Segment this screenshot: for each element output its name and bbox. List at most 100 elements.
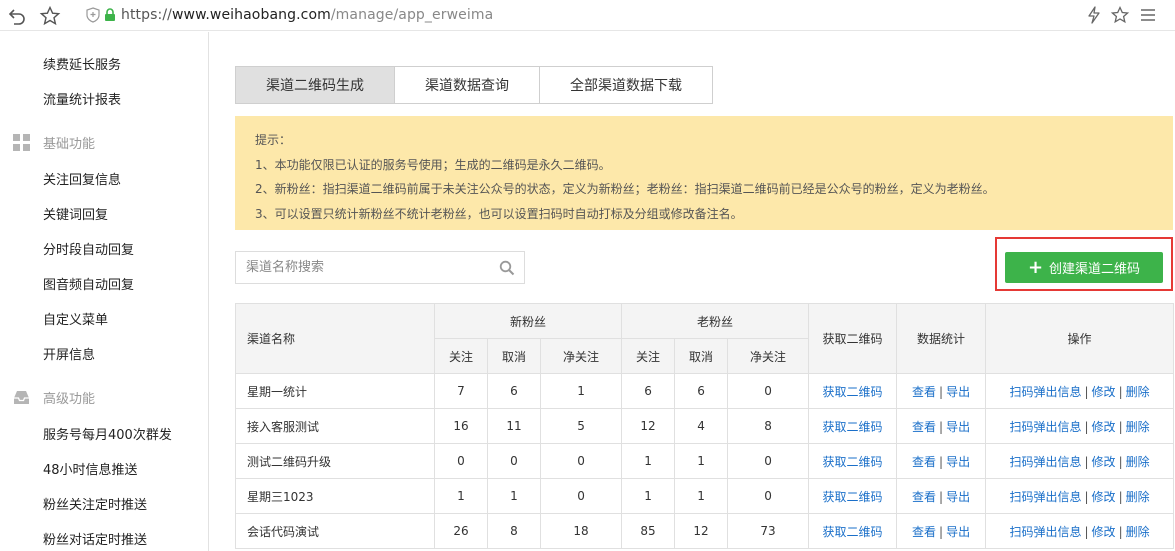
- separator: |: [1118, 384, 1123, 399]
- search-input[interactable]: [236, 252, 486, 283]
- cell-stats: 查看 | 导出: [896, 513, 987, 549]
- cell-new-cancel: 6: [487, 373, 541, 409]
- sidebar-item-monthly-broadcast[interactable]: 服务号每月400次群发: [43, 424, 172, 443]
- sidebar-item-timed-auto-reply[interactable]: 分时段自动回复: [43, 239, 134, 258]
- sidebar-item-follow-reply[interactable]: 关注回复信息: [43, 169, 121, 188]
- get-qr-link[interactable]: 获取二维码: [823, 420, 883, 434]
- sidebar-item-renew[interactable]: 续费延长服务: [43, 54, 121, 73]
- tab-download-all[interactable]: 全部渠道数据下载: [539, 66, 713, 104]
- export-link[interactable]: 导出: [946, 525, 970, 539]
- cell-new-follow: 1: [434, 478, 488, 514]
- separator: |: [1118, 524, 1123, 539]
- table-row: 接入客服测试 16 11 5 12 4 8 获取二维码 查看 | 导出 扫码弹出信息…: [235, 408, 1175, 444]
- cell-new-net: 0: [539, 478, 623, 514]
- create-channel-qr-button[interactable]: + 创建渠道二维码: [1005, 252, 1163, 283]
- export-link[interactable]: 导出: [946, 455, 970, 469]
- delete-link[interactable]: 删除: [1126, 385, 1150, 399]
- separator: |: [1118, 454, 1123, 469]
- export-link[interactable]: 导出: [946, 420, 970, 434]
- view-link[interactable]: 查看: [912, 385, 936, 399]
- inbox-icon: [14, 391, 29, 404]
- bookmark-star-icon[interactable]: [39, 5, 61, 27]
- cell-old-cancel: 4: [674, 408, 729, 444]
- notice-box: 提示： 1、本功能仅限已认证的服务号使用；生成的二维码是永久二维码。 2、新粉丝…: [235, 116, 1173, 230]
- sidebar-item-follow-timed-push[interactable]: 粉丝关注定时推送: [43, 494, 147, 513]
- view-link[interactable]: 查看: [912, 525, 936, 539]
- table-row: 会话代码演试 26 8 18 85 12 73 获取二维码 查看 | 导出 扫码弹出…: [235, 513, 1175, 549]
- separator: |: [1084, 489, 1089, 504]
- cell-channel-name: 星期一统计: [235, 373, 435, 409]
- cell-new-cancel: 0: [487, 443, 541, 479]
- edit-link[interactable]: 修改: [1092, 385, 1116, 399]
- tab-qr-generate[interactable]: 渠道二维码生成: [235, 66, 395, 104]
- cell-old-follow: 1: [621, 443, 676, 479]
- separator: |: [939, 489, 944, 504]
- cell-old-net: 73: [727, 513, 810, 549]
- sidebar-item-keyword-reply[interactable]: 关键词回复: [43, 204, 108, 223]
- sidebar-item-custom-menu[interactable]: 自定义菜单: [43, 309, 108, 328]
- scan-popup-link[interactable]: 扫码弹出信息: [1009, 420, 1081, 434]
- header-old-net: 净关注: [727, 338, 810, 374]
- separator: |: [1084, 524, 1089, 539]
- cell-old-follow: 1: [621, 478, 676, 514]
- delete-link[interactable]: 删除: [1126, 490, 1150, 504]
- get-qr-link[interactable]: 获取二维码: [823, 525, 883, 539]
- notice-title: 提示：: [255, 133, 292, 147]
- cell-old-cancel: 1: [674, 443, 729, 479]
- cell-stats: 查看 | 导出: [896, 373, 987, 409]
- cell-operations: 扫码弹出信息 | 修改 | 删除: [985, 373, 1175, 409]
- url-field[interactable]: https://www.weihaobang.com/manage/app_er…: [86, 4, 493, 26]
- scan-popup-link[interactable]: 扫码弹出信息: [1009, 385, 1081, 399]
- sidebar-item-media-auto-reply[interactable]: 图音频自动回复: [43, 274, 134, 293]
- view-link[interactable]: 查看: [912, 490, 936, 504]
- delete-link[interactable]: 删除: [1126, 525, 1150, 539]
- edit-link[interactable]: 修改: [1092, 420, 1116, 434]
- cell-channel-name: 测试二维码升级: [235, 443, 435, 479]
- get-qr-link[interactable]: 获取二维码: [823, 385, 883, 399]
- cell-new-follow: 16: [434, 408, 488, 444]
- cell-new-follow: 26: [434, 513, 488, 549]
- table-body: 星期一统计 7 6 1 6 6 0 获取二维码 查看 | 导出 扫码弹出信息 | 修改 |…: [235, 373, 1175, 549]
- export-link[interactable]: 导出: [946, 385, 970, 399]
- edit-link[interactable]: 修改: [1092, 525, 1116, 539]
- search-icon[interactable]: [499, 260, 515, 276]
- edit-link[interactable]: 修改: [1092, 490, 1116, 504]
- scan-popup-link[interactable]: 扫码弹出信息: [1009, 455, 1081, 469]
- shield-icon: [86, 7, 100, 23]
- edit-link[interactable]: 修改: [1092, 455, 1116, 469]
- cell-old-net: 0: [727, 478, 810, 514]
- get-qr-link[interactable]: 获取二维码: [823, 455, 883, 469]
- cell-old-follow: 6: [621, 373, 676, 409]
- view-link[interactable]: 查看: [912, 455, 936, 469]
- url-host: www.weihaobang.com: [171, 7, 331, 23]
- sidebar-item-traffic-report[interactable]: 流量统计报表: [43, 89, 121, 108]
- menu-icon[interactable]: [1138, 5, 1158, 25]
- tab-channel-query[interactable]: 渠道数据查询: [394, 66, 540, 104]
- header-stats: 数据统计: [896, 303, 987, 374]
- delete-link[interactable]: 删除: [1126, 420, 1150, 434]
- favorite-star-icon[interactable]: [1110, 5, 1130, 25]
- sidebar-item-48h-push[interactable]: 48小时信息推送: [43, 459, 138, 478]
- cell-get-qr: 获取二维码: [808, 373, 898, 409]
- header-new-follow: 关注: [434, 338, 488, 374]
- scan-popup-link[interactable]: 扫码弹出信息: [1009, 525, 1081, 539]
- get-qr-link[interactable]: 获取二维码: [823, 490, 883, 504]
- sidebar-item-splash-info[interactable]: 开屏信息: [43, 344, 95, 363]
- notice-line: 1、本功能仅限已认证的服务号使用；生成的二维码是永久二维码。: [255, 157, 611, 172]
- create-button-label: 创建渠道二维码: [1049, 262, 1141, 277]
- scan-popup-link[interactable]: 扫码弹出信息: [1009, 490, 1081, 504]
- export-link[interactable]: 导出: [946, 490, 970, 504]
- back-icon[interactable]: [5, 5, 27, 27]
- cell-new-cancel: 1: [487, 478, 541, 514]
- delete-link[interactable]: 删除: [1126, 455, 1150, 469]
- sidebar: 续费延长服务 流量统计报表 基础功能 关注回复信息 关键词回复 分时段自动回复 …: [0, 32, 209, 551]
- sidebar-item-chat-timed-push[interactable]: 粉丝对话定时推送: [43, 529, 147, 548]
- cell-new-cancel: 11: [487, 408, 541, 444]
- lightning-icon[interactable]: [1084, 5, 1104, 25]
- tab-bar: 渠道二维码生成 渠道数据查询 全部渠道数据下载: [235, 66, 713, 104]
- cell-old-follow: 12: [621, 408, 676, 444]
- cell-old-net: 8: [727, 408, 810, 444]
- view-link[interactable]: 查看: [912, 420, 936, 434]
- cell-stats: 查看 | 导出: [896, 478, 987, 514]
- sidebar-section-label: 高级功能: [43, 392, 96, 407]
